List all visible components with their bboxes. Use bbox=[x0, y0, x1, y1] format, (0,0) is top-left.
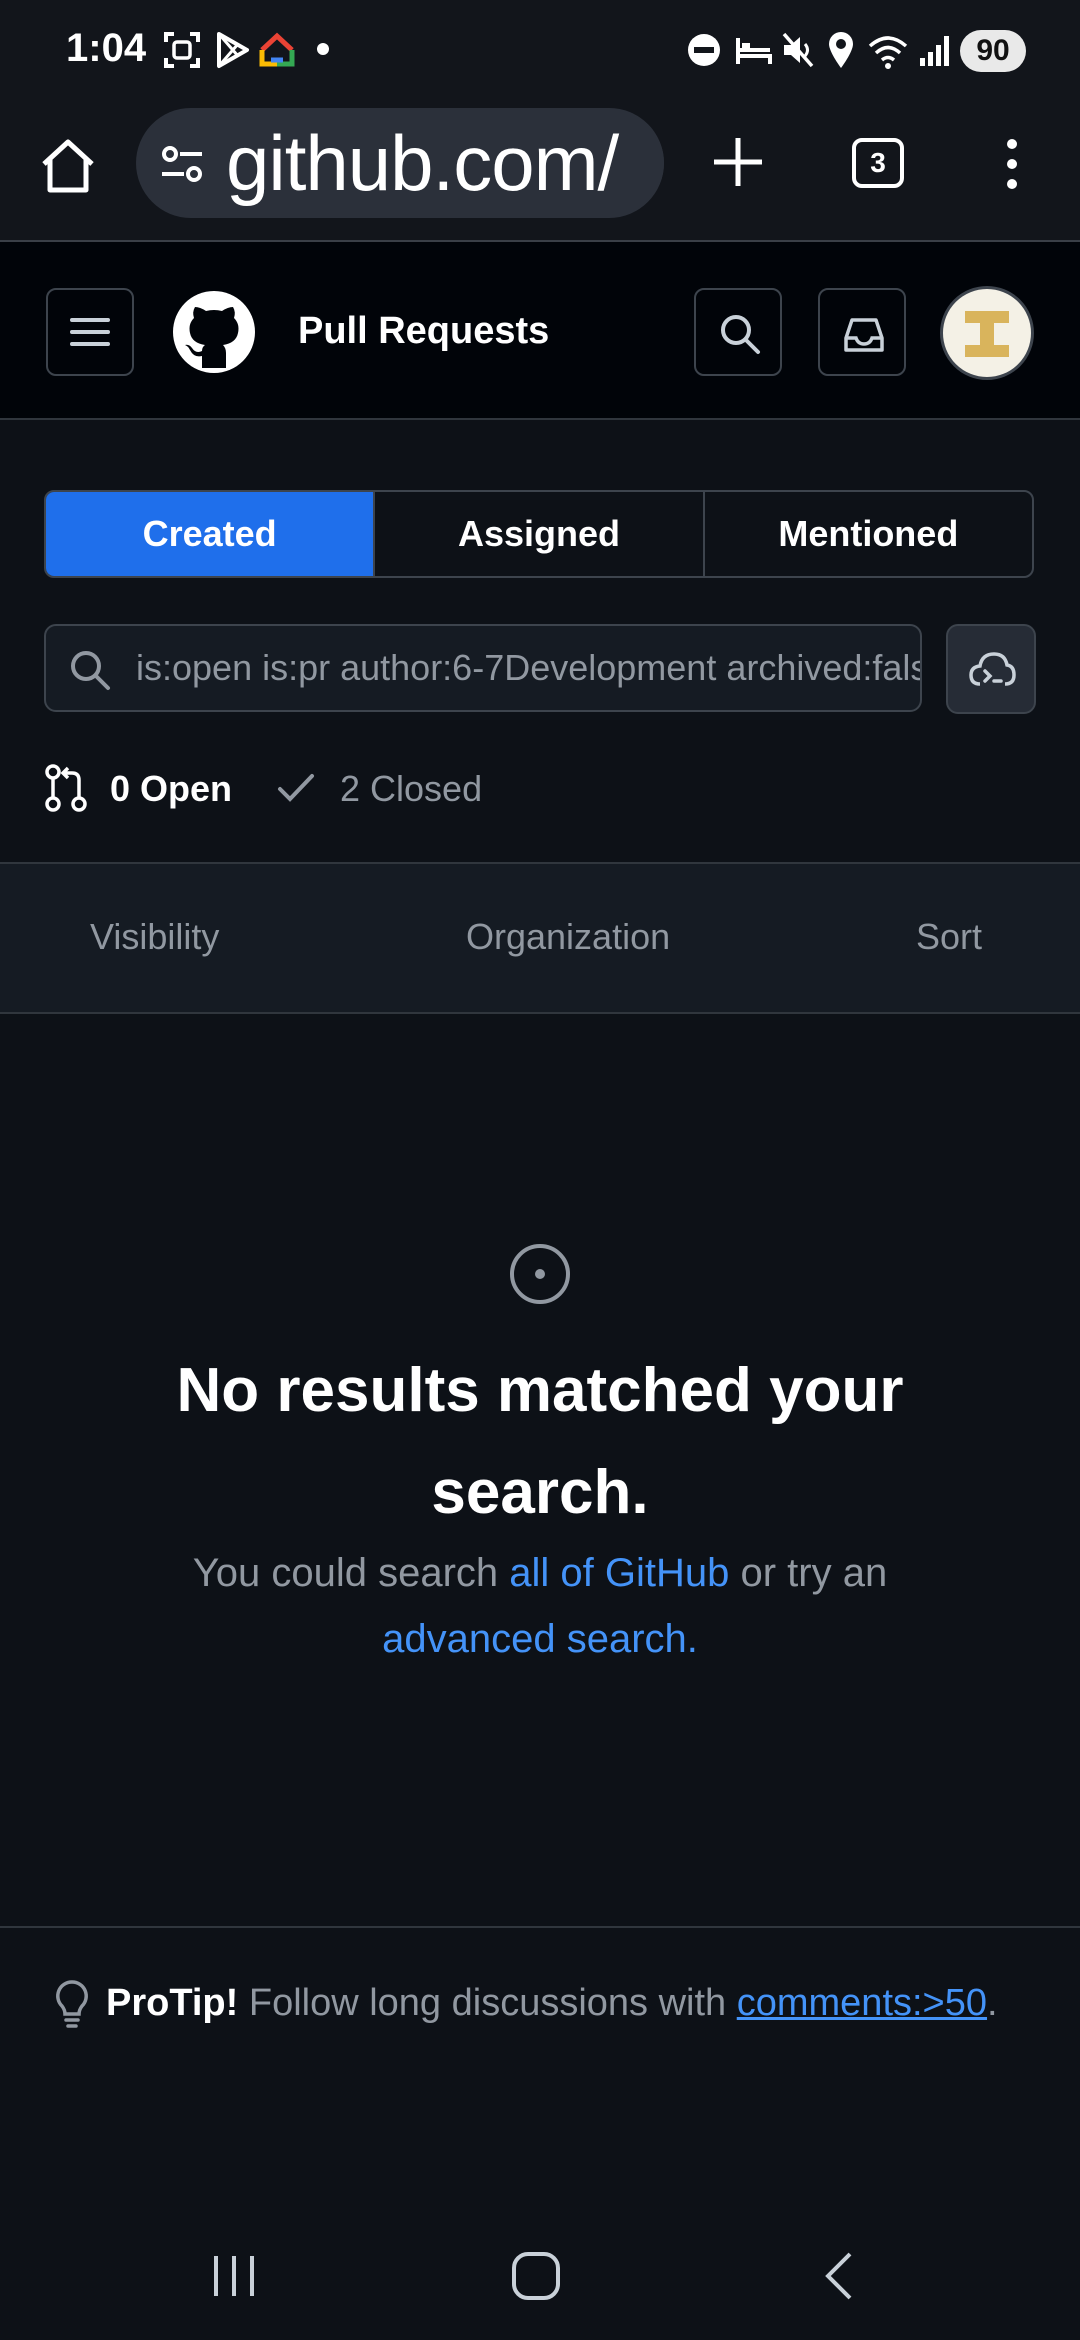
tab-created[interactable]: Created bbox=[46, 492, 374, 576]
github-header: Pull Requests bbox=[0, 242, 1080, 420]
home-nav-icon[interactable] bbox=[508, 2248, 564, 2304]
github-logo-icon[interactable] bbox=[172, 290, 256, 374]
search-input[interactable] bbox=[136, 626, 920, 710]
cloud-terminal-icon bbox=[969, 652, 1016, 686]
mute-icon bbox=[782, 32, 814, 68]
google-home-icon bbox=[259, 32, 295, 67]
visibility-filter[interactable]: Visibility bbox=[90, 916, 219, 958]
url-text[interactable]: github.com/ bbox=[226, 118, 619, 209]
light-bulb-icon bbox=[56, 1980, 88, 2028]
protip-text: ProTip! Follow long discussions with com… bbox=[106, 1982, 998, 2025]
menu-button[interactable] bbox=[46, 288, 134, 376]
wifi-icon bbox=[868, 36, 908, 69]
inbox-icon bbox=[844, 318, 884, 352]
site-settings-icon[interactable] bbox=[158, 140, 206, 188]
tab-mentioned[interactable]: Mentioned bbox=[702, 492, 1032, 576]
advanced-search-link[interactable]: advanced search bbox=[382, 1617, 687, 1661]
filter-bar: Visibility Organization Sort bbox=[0, 862, 1080, 1014]
home-icon[interactable] bbox=[36, 134, 100, 198]
check-icon bbox=[278, 774, 314, 802]
status-time: 1:04 bbox=[66, 26, 147, 70]
closed-count-link[interactable]: 2 Closed bbox=[340, 768, 482, 810]
browser-toolbar: github.com/ 3 bbox=[0, 100, 1080, 242]
protip-body: Follow long discussions with bbox=[238, 1982, 737, 2024]
status-bar: 1:04 90 bbox=[0, 0, 1080, 100]
tab-assigned[interactable]: Assigned bbox=[373, 492, 702, 576]
search-button[interactable] bbox=[694, 288, 782, 376]
sleep-mode-icon bbox=[736, 38, 772, 64]
divider bbox=[0, 1926, 1080, 1928]
play-store-icon bbox=[217, 32, 249, 68]
location-icon bbox=[829, 32, 853, 68]
open-count-link[interactable]: 0 Open bbox=[110, 768, 232, 810]
system-nav-bar bbox=[0, 2220, 1080, 2340]
copilot-search-button[interactable] bbox=[946, 624, 1036, 714]
battery-level: 90 bbox=[960, 30, 1026, 72]
issue-opened-icon bbox=[510, 1244, 570, 1304]
recent-apps-icon[interactable] bbox=[206, 2248, 262, 2304]
empty-state-period: . bbox=[686, 1617, 698, 1661]
empty-state-text: or try an bbox=[729, 1551, 888, 1595]
back-icon[interactable] bbox=[812, 2248, 868, 2304]
protip-label: ProTip! bbox=[106, 1982, 239, 2024]
page-title: Pull Requests bbox=[298, 310, 550, 352]
avatar[interactable] bbox=[940, 286, 1034, 380]
all-of-github-link[interactable]: all of GitHub bbox=[509, 1551, 729, 1595]
search-field[interactable] bbox=[44, 624, 922, 712]
notification-dot-icon bbox=[317, 43, 329, 55]
tab-switcher-button[interactable]: 3 bbox=[852, 138, 904, 188]
avatar-image bbox=[965, 311, 1009, 357]
pull-request-icon bbox=[45, 764, 87, 812]
empty-state-title: No results matched your search. bbox=[176, 1356, 904, 1527]
comments-search-link[interactable]: comments:>50 bbox=[737, 1982, 987, 2024]
address-bar[interactable]: github.com/ bbox=[136, 108, 664, 218]
screenshot-icon bbox=[164, 32, 200, 68]
more-options-icon[interactable] bbox=[996, 136, 1028, 192]
organization-filter[interactable]: Organization bbox=[466, 916, 670, 958]
empty-state-message: You could search all of GitHub or try an… bbox=[60, 1540, 1020, 1672]
inbox-button[interactable] bbox=[818, 288, 906, 376]
new-tab-icon[interactable] bbox=[706, 130, 770, 194]
empty-state-text: You could search bbox=[192, 1551, 510, 1595]
do-not-disturb-icon bbox=[688, 34, 720, 66]
protip-period: . bbox=[987, 1982, 998, 2024]
hamburger-icon bbox=[70, 318, 110, 346]
pr-filter-tabs: Created Assigned Mentioned bbox=[44, 490, 1034, 578]
search-icon bbox=[71, 651, 110, 690]
search-icon bbox=[721, 315, 760, 354]
sort-filter[interactable]: Sort bbox=[916, 916, 982, 958]
signal-icon bbox=[920, 36, 949, 66]
